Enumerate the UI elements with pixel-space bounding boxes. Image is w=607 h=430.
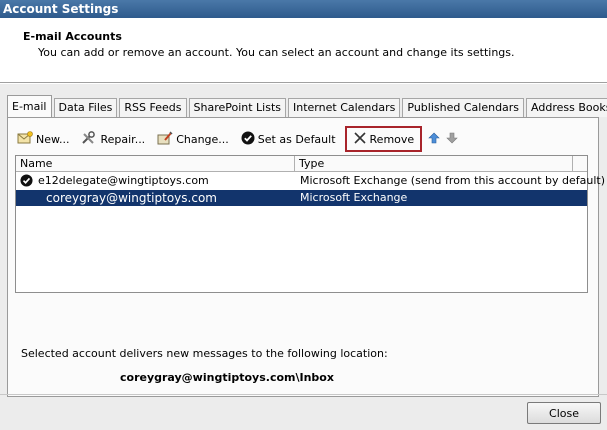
list-header: Name Type	[16, 156, 587, 172]
repair-button-label: Repair...	[100, 132, 146, 146]
page-title: E-mail Accounts	[23, 30, 122, 43]
new-button-label: New...	[36, 132, 70, 146]
new-button[interactable]: New...	[14, 128, 72, 150]
delivery-label: Selected account delivers new messages t…	[21, 347, 388, 360]
delivery-location: coreygray@wingtiptoys.com\Inbox	[120, 371, 334, 384]
default-check-icon	[20, 174, 33, 190]
column-header-name[interactable]: Name	[16, 156, 295, 172]
tab-sharepoint-lists[interactable]: SharePoint Lists	[188, 98, 287, 117]
tab-email[interactable]: E-mail	[7, 95, 52, 117]
tab-strip: E-mail Data Files RSS Feeds SharePoint L…	[7, 95, 607, 117]
list-item-selected[interactable]: coreygray@wingtiptoys.com Microsoft Exch…	[16, 190, 587, 206]
toolbar: New... Repair... Change... Set as Defaul…	[14, 126, 464, 152]
remove-button-label: Remove	[369, 132, 415, 146]
remove-button[interactable]: Remove	[344, 126, 423, 152]
check-circle-icon	[241, 131, 258, 148]
accounts-list: Name Type e12delegate@wingtiptoys.com Mi…	[15, 155, 605, 293]
account-name: e12delegate@wingtiptoys.com	[38, 174, 209, 187]
close-icon	[353, 131, 370, 148]
arrow-down-icon	[446, 131, 458, 148]
email-tab-panel: New... Repair... Change... Set as Defaul…	[7, 117, 605, 397]
set-as-default-button[interactable]: Set as Default	[238, 128, 339, 150]
arrow-up-icon	[428, 131, 440, 148]
close-button[interactable]: Close	[527, 402, 601, 424]
body-area: E-mail Data Files RSS Feeds SharePoint L…	[0, 84, 607, 430]
repair-button[interactable]: Repair...	[78, 128, 148, 150]
new-mail-icon	[17, 130, 36, 148]
tab-data-files[interactable]: Data Files	[53, 98, 118, 117]
header: E-mail Accounts You can add or remove an…	[0, 18, 607, 83]
account-name: coreygray@wingtiptoys.com	[46, 191, 217, 205]
tab-internet-calendars[interactable]: Internet Calendars	[288, 98, 401, 117]
move-up-button[interactable]	[428, 131, 440, 148]
repair-tools-icon	[81, 130, 100, 148]
account-type: Microsoft Exchange (send from this accou…	[300, 174, 606, 187]
tab-rss-feeds[interactable]: RSS Feeds	[119, 98, 187, 117]
list-item[interactable]: e12delegate@wingtiptoys.com Microsoft Ex…	[16, 173, 605, 190]
tab-address-books[interactable]: Address Books	[526, 98, 607, 117]
account-type: Microsoft Exchange	[300, 191, 408, 204]
change-button-label: Change...	[176, 132, 229, 146]
window-title: Account Settings	[0, 0, 607, 18]
column-header-type[interactable]: Type	[295, 156, 572, 172]
column-header-filler	[572, 156, 587, 172]
change-button[interactable]: Change...	[154, 128, 232, 150]
set-as-default-label: Set as Default	[257, 132, 336, 146]
footer-divider	[0, 394, 607, 395]
page-description: You can add or remove an account. You ca…	[38, 46, 515, 59]
move-down-button[interactable]	[446, 131, 458, 148]
change-account-icon	[157, 130, 176, 148]
tab-published-calendars[interactable]: Published Calendars	[402, 98, 525, 117]
